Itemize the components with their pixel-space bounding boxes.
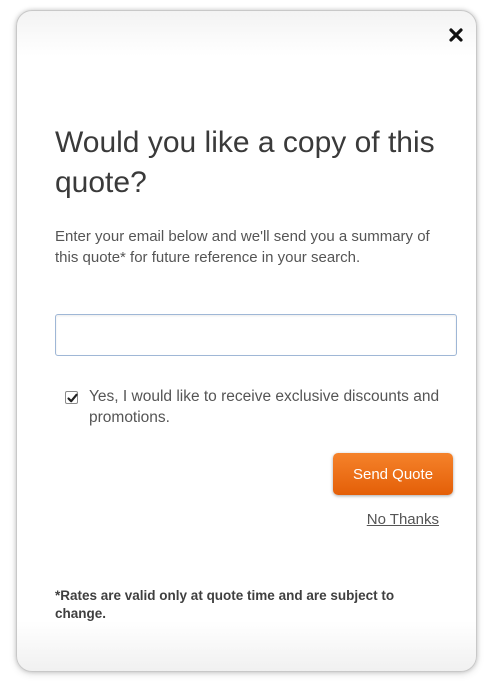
rates-footnote: *Rates are valid only at quote time and …: [55, 588, 395, 621]
optin-row: Yes, I would like to receive exclusive d…: [65, 386, 445, 428]
quote-copy-modal: Would you like a copy of this quote? Ent…: [16, 10, 477, 672]
modal-description: Enter your email below and we'll send yo…: [55, 228, 430, 266]
email-input[interactable]: [55, 314, 457, 356]
close-button[interactable]: [444, 23, 468, 47]
modal-title: Would you like a copy of this quote?: [55, 126, 435, 199]
checkmark-icon: [67, 393, 78, 403]
optin-checkbox[interactable]: [65, 391, 78, 404]
no-thanks-link[interactable]: No Thanks: [349, 511, 439, 528]
send-quote-button[interactable]: Send Quote: [333, 453, 453, 495]
optin-label: Yes, I would like to receive exclusive d…: [89, 388, 440, 426]
close-icon: [449, 28, 463, 42]
